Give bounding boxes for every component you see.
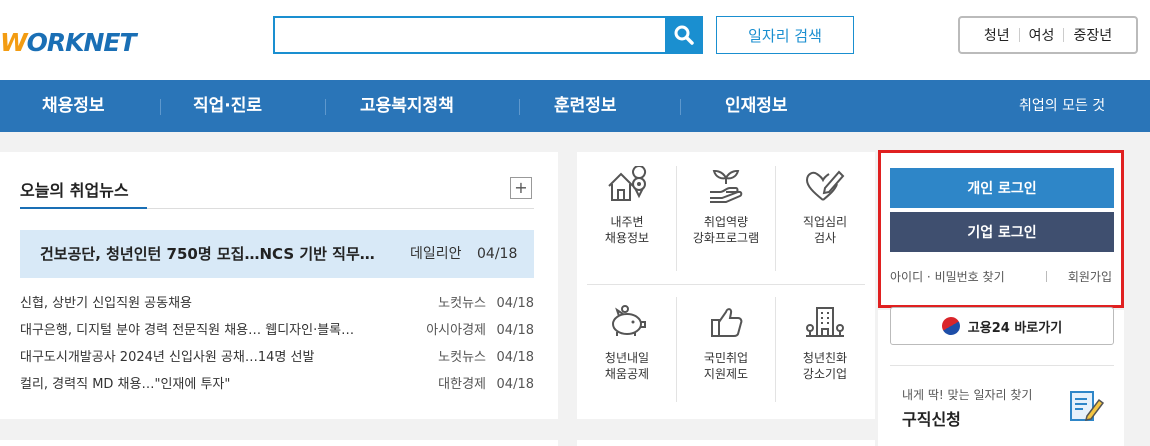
service-label-line: 내주변 [610,215,644,229]
news-panel: 오늘의 취업뉴스 + 건보공단, 청년인턴 750명 모집…NCS 기반 직무…… [0,152,558,419]
nav-divider [680,99,681,115]
job-search-button[interactable]: 일자리 검색 [716,16,854,54]
news-item-source: 노컷뉴스 [438,296,486,311]
news-item-date: 04/18 [496,350,534,365]
nav-divider [325,99,326,115]
service-label: 청년친화강소기업 [779,350,871,382]
heart-pen-icon [805,170,845,201]
job-application-title: 구직신청 [902,410,961,429]
news-item[interactable]: 신협, 상반기 신입직원 공동채용 노컷뉴스 04/18 [20,294,534,314]
service-label: 취업역량강화프로그램 [680,214,772,246]
news-item-date: 04/18 [496,323,534,338]
find-id-password-link[interactable]: 아이디 · 비밀번호 찾기 [890,268,1005,285]
segment-youth[interactable]: 청년 [975,25,1019,45]
nav-item-employment-welfare[interactable]: 고용복지정책 [360,80,454,132]
service-grid: 내주변 채용정보 취업역량 강화프로그램 직업심리 검사 청년내일 채움공제 국… [577,152,875,419]
news-item-title: 대구도시개발공사 2024년 신입사원 공채…14명 선발 [20,350,315,365]
nav-divider [519,99,520,115]
taegeuk-icon [938,313,964,339]
main-nav: 채용정보 직업·진로 고용복지정책 훈련정보 인재정보 취업의 모든 것 [0,80,1150,132]
news-item-source: 대한경제 [438,377,486,392]
worknet-logo[interactable]: WORKNET [0,22,137,62]
building-tree-icon [806,307,844,337]
news-item-title: 신협, 상반기 신입직원 공동채용 [20,296,193,311]
nav-item-recruitment[interactable]: 채용정보 [42,80,105,132]
service-national-employment[interactable]: 국민취업지원제도 [680,302,772,422]
service-grid-divider [676,166,677,271]
news-item-date: 04/18 [496,377,534,392]
search-input[interactable] [275,18,665,52]
news-item-source: 노컷뉴스 [438,350,486,365]
service-label-line: 강화프로그램 [692,231,760,245]
service-nearby-jobs[interactable]: 내주변채용정보 [581,166,673,286]
news-item[interactable]: 대구은행, 디지털 분야 경력 전문직원 채용… 웹디자인·블록… 아시아경제 … [20,321,534,341]
header: WORKNET 일자리 검색 청년 여성 중장년 [0,0,1150,80]
logo-wordmark: WORKNET [0,27,137,57]
hand-sprout-icon [710,169,743,203]
segment-women[interactable]: 여성 [1020,25,1064,45]
nav-item-training[interactable]: 훈련정보 [554,80,617,132]
featured-news-date: 04/18 [477,246,518,262]
service-label: 내주변채용정보 [581,214,673,246]
service-label-line: 지원제도 [703,367,749,381]
news-more-button[interactable]: + [510,177,532,199]
next-panel-edge [0,440,558,446]
news-item-date: 04/18 [496,296,534,311]
featured-news-source: 데일리안 [410,246,462,262]
news-item[interactable]: 컬리, 경력직 MD 채용…"인재에 투자" 대한경제 04/18 [20,375,534,395]
thumbs-up-icon [711,308,743,337]
service-label-line: 청년친화 [802,351,848,365]
news-title-underline [20,207,147,209]
service-label-line: 국민취업 [703,351,749,365]
employment24-label: 고용24 바로가기 [967,320,1063,336]
piggy-bank-icon [612,305,646,336]
service-label-line: 채용정보 [604,231,650,245]
news-item[interactable]: 대구도시개발공사 2024년 신입사원 공채…14명 선발 노컷뉴스 04/18 [20,348,534,368]
service-grid-divider [676,297,677,402]
logo-accent: W [0,27,28,57]
service-grid-divider [775,297,776,402]
house-location-icon [608,166,647,201]
service-label: 직업심리검사 [779,214,871,246]
service-label: 청년내일채움공제 [581,350,673,382]
personal-login-button[interactable]: 개인 로그인 [890,168,1114,208]
news-panel-title[interactable]: 오늘의 취업뉴스 [20,177,129,201]
nav-item-career[interactable]: 직업·진로 [193,80,262,132]
news-item-source: 아시아경제 [426,323,486,338]
search-box [273,16,667,54]
login-links-divider [1046,271,1047,282]
clipboard-pen-icon [1070,391,1105,421]
service-label-line: 검사 [813,231,837,245]
service-youth-savings[interactable]: 청년내일채움공제 [581,302,673,422]
news-item-title: 대구은행, 디지털 분야 경력 전문직원 채용… 웹디자인·블록… [20,323,355,338]
featured-news[interactable]: 건보공단, 청년인턴 750명 모집…NCS 기반 직무… 데일리안 04/18 [20,230,534,278]
service-label-line: 청년내일 [604,351,650,365]
service-youth-friendly-sme[interactable]: 청년친화강소기업 [779,302,871,422]
nav-divider [160,99,161,115]
job-application-card[interactable]: 내게 딱! 맞는 일자리 찾기 구직신청 [890,365,1114,443]
next-panel-edge [577,440,875,446]
corporate-login-button[interactable]: 기업 로그인 [890,212,1114,252]
signup-link[interactable]: 회원가입 [1068,268,1112,285]
service-employability-program[interactable]: 취업역량강화프로그램 [680,166,772,286]
service-label-line: 채움공제 [604,367,650,381]
news-item-title: 컬리, 경력직 MD 채용…"인재에 투자" [20,377,231,392]
service-label: 국민취업지원제도 [680,350,772,382]
service-psych-test[interactable]: 직업심리검사 [779,166,871,286]
nav-item-talent[interactable]: 인재정보 [725,80,788,132]
service-grid-divider [775,166,776,271]
audience-segment-group: 청년 여성 중장년 [958,16,1138,54]
service-label-line: 직업심리 [802,215,848,229]
service-label-line: 취업역량 [703,215,749,229]
logo-main: ORKNET [26,27,137,57]
employment24-button[interactable]: 고용24 바로가기 [890,307,1114,345]
service-label-line: 강소기업 [802,367,848,381]
featured-news-title: 건보공단, 청년인턴 750명 모집…NCS 기반 직무… [40,245,375,263]
search-button[interactable] [665,16,703,54]
nav-item-all-about-jobs[interactable]: 취업의 모든 것 [1019,80,1105,132]
search-icon [674,25,694,45]
segment-middle-aged[interactable]: 중장년 [1064,25,1121,45]
job-application-subtitle: 내게 딱! 맞는 일자리 찾기 [902,388,1033,402]
